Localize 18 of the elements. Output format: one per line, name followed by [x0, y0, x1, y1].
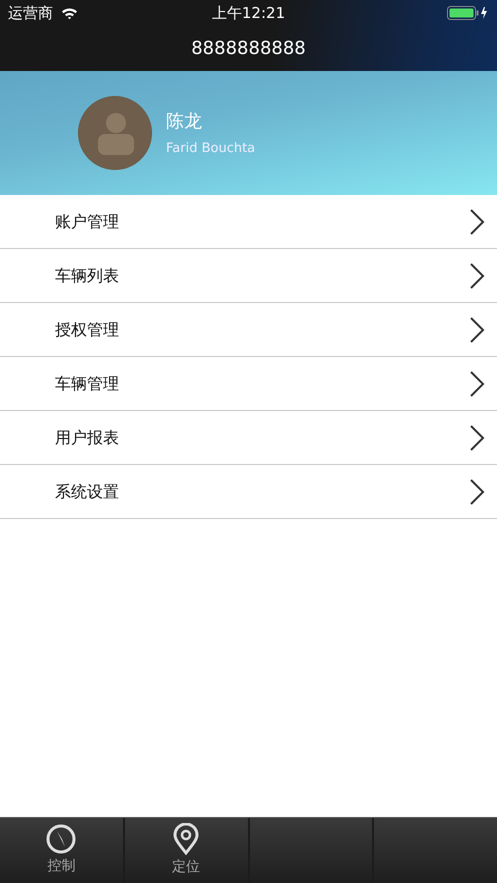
location-pin-icon — [173, 823, 200, 855]
carrier-label: 运营商 — [8, 2, 53, 24]
user-name: 陈龙 — [166, 110, 203, 134]
avatar-icon — [78, 96, 152, 170]
chevron-icon — [469, 208, 485, 236]
battery-icon — [447, 6, 489, 20]
tab-button[interactable]: 控制 — [0, 818, 123, 883]
tab-button[interactable]: 定位 — [124, 818, 248, 883]
chevron-icon — [469, 262, 485, 290]
compass-icon — [46, 824, 76, 854]
chevron-icon — [469, 316, 485, 344]
status-time: 上午12:21 — [212, 2, 286, 24]
wifi-icon — [61, 6, 78, 20]
nav-title: 8888888888 — [191, 37, 306, 61]
chevron-icon — [469, 424, 485, 452]
chevron-icon — [469, 478, 485, 506]
chevron-icon — [469, 370, 485, 398]
user-subtitle: Farid Bouchta — [166, 140, 256, 158]
